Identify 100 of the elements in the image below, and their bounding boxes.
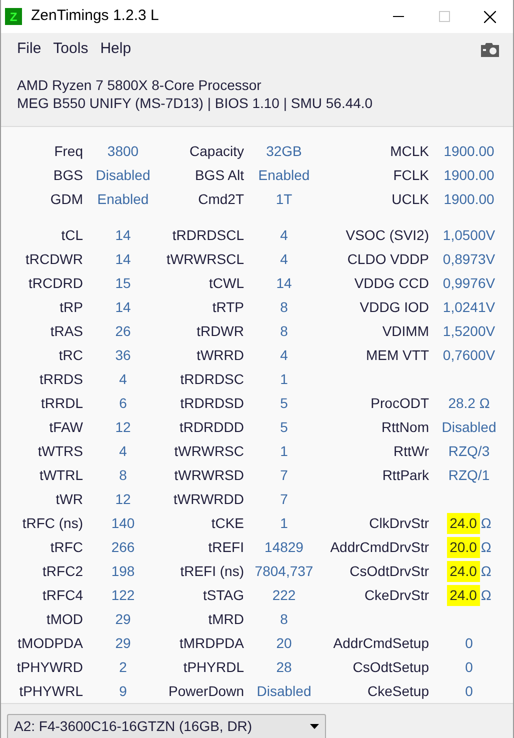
field-label: tWRWRSCL [165,250,244,268]
app-icon: Z [5,8,22,25]
window-title: ZenTimings 1.2.3 L [31,6,159,26]
field-value: 1 [280,514,288,532]
field-value: RZQ/1 [448,466,490,485]
field-value: 24.0 [446,560,480,582]
camera-icon [479,42,501,58]
field-value: 8 [280,298,288,316]
unit-label: Ω [480,538,492,556]
field-value: 122 [111,586,135,604]
field-label: tRDRDSC [179,370,244,388]
field-value: 4 [280,346,288,364]
field-label: VSOC (SVI2) [344,226,429,245]
field-label: VDDG CCD [353,274,429,292]
field-value: RZQ/3 [448,442,490,461]
field-label: tCWL [208,274,244,292]
field-value: 24.0 [446,584,480,606]
field-value: 1 [280,442,288,460]
field-value: 266 [111,538,135,556]
field-value: 7 [280,466,288,484]
field-value: 7804,737 [254,562,314,580]
menu-item[interactable]: Tools [47,38,94,61]
field-label: tWTRL [38,466,83,484]
field-value: 0,9976V [442,274,496,292]
field-value: 1900.00 [444,166,494,184]
field-label: tMRDPDA [178,634,244,652]
minimize-icon [392,16,404,17]
field-label: tWRWRDD [172,490,244,508]
field-value: 32GB [266,142,302,160]
field-label: tRDRDSCL [171,226,244,244]
field-value: 28 [276,658,292,676]
field-label: Freq [53,142,83,161]
field-value: 26 [115,322,131,340]
menu-item[interactable]: Help [94,38,138,61]
module-dropdown[interactable]: A2: F4-3600C16-16GTZN (16GB, DR) [7,714,326,738]
field-value: 2 [119,658,127,676]
field-value: 14 [276,274,292,292]
field-label: tCKE [210,514,244,532]
field-label: tRFC4 [42,586,83,604]
field-label: tRDRDSD [179,394,244,412]
field-label: tWRWRSD [173,466,244,484]
field-value: 9 [119,682,127,700]
field-label: ClkDrvStr [368,514,429,532]
field-label: VDIMM [381,322,429,340]
field-label: tRCDWR [24,250,83,268]
field-value: 1900.00 [444,190,494,208]
field-value: 1900.00 [444,142,494,160]
field-label: RttWr [392,442,429,460]
field-value: 0 [465,682,473,700]
field-value: 14 [115,298,131,316]
field-value: 12 [115,418,131,436]
field-label: tREFI (ns) [179,562,244,581]
field-label: tPHYWRL [18,682,83,700]
field-value: 15 [115,274,131,292]
field-value: 29 [115,634,131,652]
field-value: 3800 [107,142,139,160]
field-label: MCLK [389,142,429,160]
field-label: tRFC (ns) [21,514,83,533]
field-value: Enabled [258,166,310,184]
field-value: 8 [280,322,288,340]
field-label: RttPark [381,466,429,484]
field-value: 0 [465,658,473,676]
menu-item[interactable]: File [11,38,48,61]
field-label: BGS Alt [194,166,244,184]
field-label: BGS [52,166,83,184]
field-label: FCLK [392,166,429,184]
field-value: 14 [115,250,131,268]
field-value: 24.0 [446,512,480,534]
unit-label: Ω [480,586,492,604]
field-value: 36 [115,346,131,364]
field-label: tWRRD [196,346,244,364]
field-value: 14829 [264,538,304,556]
maximize-icon [438,11,450,22]
field-label: tRDWR [196,322,244,340]
field-label: MEM VTT [365,346,429,364]
field-value: 1,0241V [442,298,496,316]
field-label: PowerDown [168,682,244,700]
field-label: tCL [60,226,83,244]
field-value: 1 [280,370,288,388]
dropdown-arrow-icon [310,724,319,729]
field-label: AddrCmdSetup [332,634,429,653]
field-value: 20.0 [446,536,480,558]
field-value: 8 [280,610,288,628]
field-value: 140 [111,514,135,532]
field-label: tRDRDDD [178,418,244,436]
field-value: Disabled [256,682,312,700]
field-label: tWR [54,490,83,508]
field-value: 1T [276,190,292,208]
field-label: tRP [58,298,83,316]
field-label: Cmd2T [197,190,244,208]
field-label: RttNom [380,418,429,436]
field-label: tRRDS [38,370,83,388]
field-label: AddrCmdDrvStr [329,538,429,556]
field-label: CLDO VDDP [346,250,429,268]
field-value: 4 [119,370,127,388]
field-label: tPHYRDL [182,658,244,676]
field-value: 1,5200V [442,322,496,340]
field-value: 6 [119,394,127,412]
screenshot-button[interactable] [479,42,501,58]
field-label: GDM [49,190,83,208]
